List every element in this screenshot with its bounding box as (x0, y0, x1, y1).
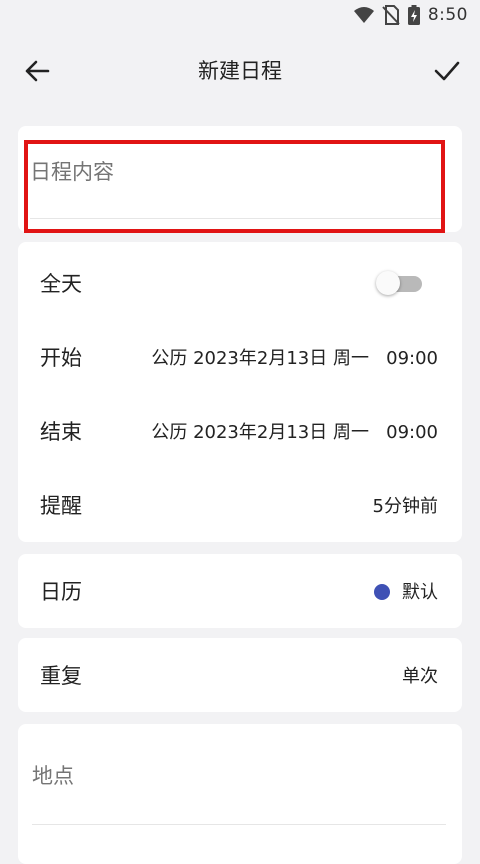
wifi-icon (353, 6, 374, 24)
check-icon (434, 61, 460, 81)
status-time: 8:50 (427, 5, 468, 25)
reminder-value: 5分钟前 (372, 496, 438, 517)
back-button[interactable] (22, 56, 52, 86)
start-value: 公历 2023年2月13日 周一 09:00 (151, 348, 438, 369)
page-title: 新建日程 (198, 59, 282, 83)
reminder-label: 提醒 (40, 494, 82, 518)
end-value: 公历 2023年2月13日 周一 09:00 (151, 422, 438, 443)
allday-toggle[interactable] (376, 271, 424, 295)
arrow-left-icon (25, 60, 50, 82)
calendar-value-wrap: 默认 (374, 578, 438, 604)
calendar-color-dot (374, 584, 390, 600)
repeat-card[interactable]: 重复 单次 (18, 638, 462, 712)
no-sim-icon (382, 5, 400, 25)
start-label: 开始 (40, 346, 82, 370)
time-card: 全天 开始 公历 2023年2月13日 周一 09:00 结束 公历 2023年… (18, 242, 462, 542)
battery-charging-icon (407, 5, 420, 25)
content-card (18, 126, 462, 232)
calendar-label: 日历 (40, 580, 82, 604)
location-card (18, 724, 462, 864)
allday-label: 全天 (40, 272, 82, 296)
calendar-value: 默认 (402, 582, 438, 603)
app-bar: 新建日程 (0, 34, 480, 106)
start-row[interactable]: 开始 公历 2023年2月13日 周一 09:00 (18, 320, 462, 394)
repeat-value: 单次 (402, 666, 438, 687)
reminder-row[interactable]: 提醒 5分钟前 (18, 468, 462, 542)
repeat-label: 重复 (40, 664, 82, 688)
calendar-row[interactable]: 日历 默认 (18, 554, 462, 628)
repeat-row[interactable]: 重复 单次 (18, 638, 462, 712)
location-input[interactable] (32, 764, 432, 788)
calendar-card[interactable]: 日历 默认 (18, 554, 462, 628)
schedule-content-input[interactable] (30, 160, 440, 184)
save-button[interactable] (432, 56, 462, 86)
status-bar: 8:50 (0, 0, 480, 34)
content-divider (30, 218, 442, 219)
end-label: 结束 (40, 420, 82, 444)
allday-row[interactable]: 全天 (18, 246, 462, 320)
end-row[interactable]: 结束 公历 2023年2月13日 周一 09:00 (18, 394, 462, 468)
location-divider (32, 824, 446, 825)
status-icons: 8:50 (353, 5, 468, 25)
toggle-thumb (376, 271, 400, 295)
